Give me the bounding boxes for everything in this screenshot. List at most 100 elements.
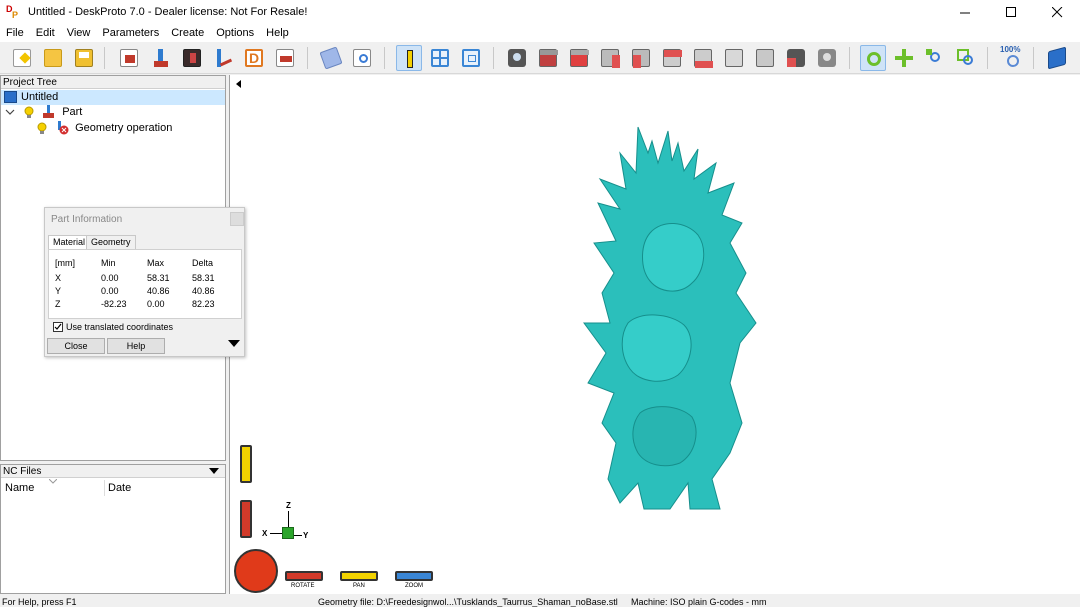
operation-parameters-button[interactable] — [179, 45, 205, 71]
export-file-icon — [276, 49, 294, 67]
translated-coordinates-row: Use translated coordinates — [53, 322, 173, 332]
pan-control[interactable]: PAN — [340, 571, 378, 591]
row-max: 0.00 — [147, 299, 165, 309]
help-button[interactable]: Help — [107, 338, 165, 354]
3d-viewport[interactable]: Z X Y ROTATE PAN ZOOM — [229, 75, 1080, 594]
help-book-icon — [1048, 46, 1066, 70]
chevron-down-icon[interactable] — [5, 107, 15, 117]
part-icon — [43, 105, 55, 119]
cutter-icon — [214, 49, 233, 67]
operation-error-icon — [58, 121, 69, 135]
pan-mode-button[interactable] — [891, 45, 917, 71]
view-iso-button[interactable] — [721, 45, 747, 71]
column-header-name[interactable]: Name — [5, 482, 34, 494]
toolbar-separator — [1033, 47, 1034, 69]
lightbulb-icon[interactable] — [37, 122, 47, 135]
create-operation-button[interactable]: D — [241, 45, 267, 71]
menu-create[interactable]: Create — [165, 24, 210, 42]
view-camera-button[interactable] — [814, 45, 840, 71]
part-parameters-button[interactable] — [148, 45, 174, 71]
screenshot-button[interactable] — [504, 45, 530, 71]
project-icon — [4, 91, 17, 104]
menu-edit[interactable]: Edit — [30, 24, 61, 42]
new-project-button[interactable] — [9, 45, 35, 71]
tab-geometry[interactable]: Geometry — [86, 235, 136, 249]
view-iso2-button[interactable] — [752, 45, 778, 71]
view-top-button[interactable] — [659, 45, 685, 71]
menu-help[interactable]: Help — [260, 24, 295, 42]
tree-item-untitled[interactable]: Untitled — [1, 90, 225, 105]
column-divider[interactable] — [104, 480, 105, 496]
nc-files-title: NC Files — [3, 466, 42, 477]
menu-view[interactable]: View — [61, 24, 97, 42]
import-geometry-button[interactable] — [116, 45, 142, 71]
nc-files-header[interactable]: NC Files — [1, 465, 225, 478]
zoom-window-icon — [957, 49, 975, 67]
minimize-button[interactable] — [942, 0, 988, 24]
expand-arrow-icon[interactable] — [228, 340, 240, 347]
image-part-icon — [183, 49, 201, 67]
rotate-slider-red[interactable] — [240, 500, 252, 538]
row-max: 58.31 — [147, 273, 170, 283]
view-front-button[interactable] — [535, 45, 561, 71]
eraser-button[interactable] — [318, 45, 344, 71]
cube-front-icon — [539, 49, 558, 67]
window-controls — [942, 0, 1080, 24]
minimize-icon — [959, 12, 970, 13]
row-min: 0.00 — [101, 286, 119, 296]
close-button[interactable]: Close — [47, 338, 105, 354]
menu-file[interactable]: File — [0, 24, 30, 42]
view-bottom-button[interactable] — [690, 45, 716, 71]
rotate-wheel[interactable] — [234, 549, 278, 593]
open-project-button[interactable] — [40, 45, 66, 71]
lightbulb-icon[interactable] — [24, 106, 34, 119]
menu-options[interactable]: Options — [210, 24, 260, 42]
zoom-mode-button[interactable] — [922, 45, 948, 71]
view-camera-reset-button[interactable] — [783, 45, 809, 71]
header-units: [mm] — [55, 258, 75, 268]
zoom-bar-icon — [395, 571, 433, 581]
help-book-button[interactable] — [1044, 45, 1070, 71]
cube-iso-icon — [725, 49, 743, 67]
preview-button[interactable] — [349, 45, 375, 71]
tree-item-geometry-operation[interactable]: Geometry operation — [1, 121, 172, 136]
axis-label-y: Y — [303, 531, 309, 540]
status-machine: Machine: ISO plain G-codes - mm — [631, 597, 767, 607]
menu-parameters[interactable]: Parameters — [96, 24, 165, 42]
row-delta: 58.31 — [192, 273, 215, 283]
export-button[interactable] — [272, 45, 298, 71]
part-information-button[interactable] — [396, 45, 422, 71]
cube-left-icon — [601, 49, 620, 68]
view-window-button[interactable] — [458, 45, 484, 71]
info-icon — [401, 50, 419, 68]
view-back-button[interactable] — [566, 45, 592, 71]
tree-item-part[interactable]: Part — [1, 105, 82, 120]
tree-item-label: Part — [62, 106, 83, 118]
save-project-button[interactable] — [71, 45, 97, 71]
tree-item-label: Untitled — [21, 91, 59, 103]
zoom-control[interactable]: ZOOM — [395, 571, 433, 591]
zoom-window-button[interactable] — [953, 45, 979, 71]
zoom-100-button[interactable]: 100% — [998, 45, 1028, 71]
tool-parameters-button[interactable] — [210, 45, 236, 71]
zoom-slider-yellow[interactable] — [240, 445, 252, 483]
view-left-button[interactable] — [597, 45, 623, 71]
rotate-control[interactable]: ROTATE — [285, 571, 323, 591]
zoom-fit-icon — [1007, 55, 1019, 67]
pan-arrows-icon — [895, 49, 913, 67]
dialog-close-box[interactable] — [230, 212, 244, 226]
header-min: Min — [101, 258, 116, 268]
column-header-date[interactable]: Date — [108, 482, 131, 494]
close-window-button[interactable] — [1034, 0, 1080, 24]
header-max: Max — [147, 258, 165, 268]
rotate-mode-button[interactable] — [860, 45, 886, 71]
dropdown-arrow-icon[interactable] — [209, 468, 219, 475]
import-file-icon — [120, 49, 138, 67]
view-layout-button[interactable] — [427, 45, 453, 71]
tab-material[interactable]: Material — [48, 235, 91, 249]
maximize-button[interactable] — [988, 0, 1034, 24]
camera-reset-icon — [787, 49, 805, 67]
translated-coordinates-checkbox[interactable] — [53, 322, 63, 332]
view-right-button[interactable] — [628, 45, 654, 71]
collapse-left-icon[interactable] — [234, 80, 244, 90]
